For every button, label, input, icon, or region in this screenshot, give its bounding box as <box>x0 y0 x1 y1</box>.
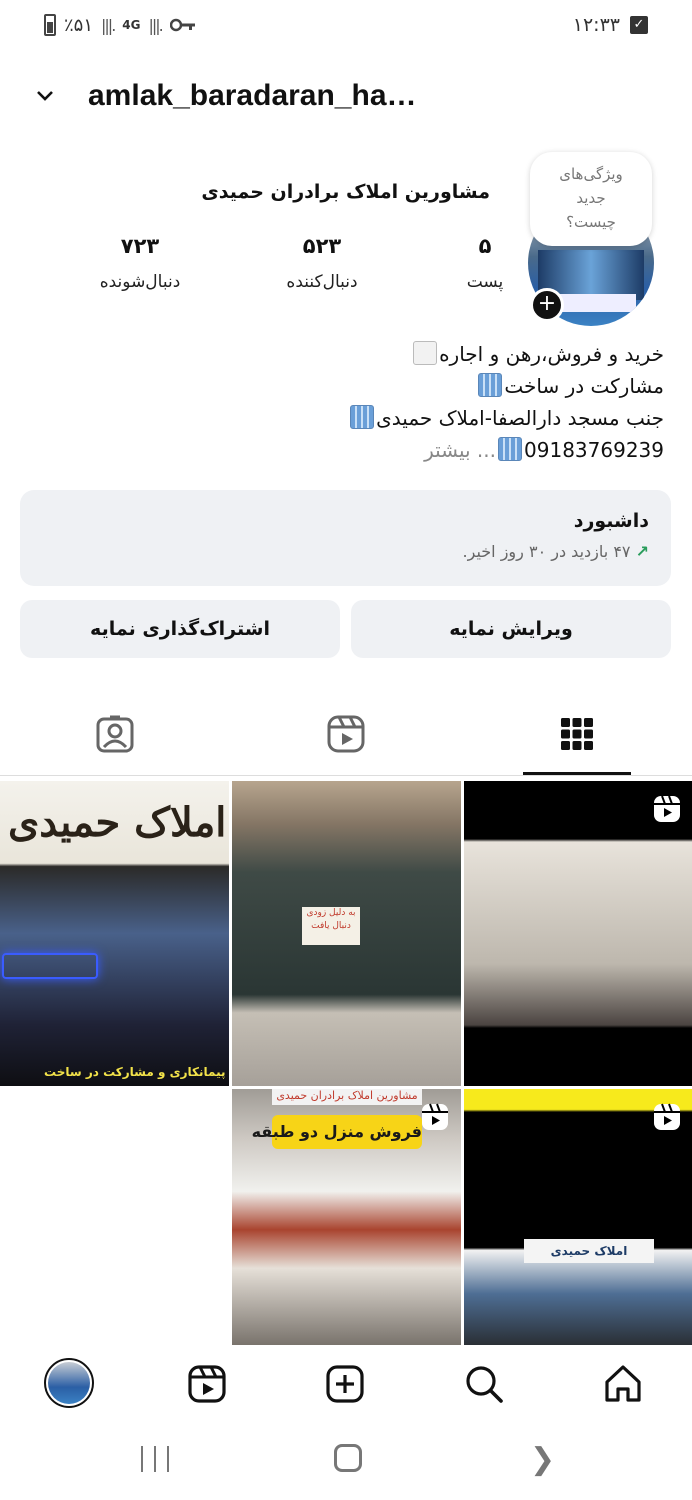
tagged-person-icon[interactable] <box>95 714 135 754</box>
following-count: ۷۲۳ <box>120 234 160 258</box>
share-profile-button[interactable]: اشتراک‌گذاری نمایه <box>20 600 340 658</box>
reel-badge-icon <box>654 1103 680 1130</box>
clock: ۱۲:۳۳ <box>572 14 620 36</box>
phone-number[interactable]: 09183769239 <box>524 438 664 462</box>
post-tile[interactable]: مشاورین املاک برادران حمیدی فروش منزل دو… <box>232 1089 461 1345</box>
shop-notice: به دلیل زودی دنبال یافت <box>302 907 360 945</box>
bio-line-1: خرید و فروش،رهن و اجاره <box>348 338 664 370</box>
document-emoji-icon <box>413 341 438 365</box>
profile-header: amlak_baradaran_ha… <box>30 72 670 120</box>
vpn-key-icon <box>169 18 195 32</box>
posts-grid: املاک حمیدی پیمانکاری و مشارکت در ساخت ب… <box>0 781 692 1345</box>
bio: خرید و فروش،رهن و اجاره مشارکت در ساخت ج… <box>348 338 664 466</box>
signal-icon-2: |||. <box>148 15 163 35</box>
more-link[interactable]: ... بیشتر <box>424 438 496 462</box>
profile-tabs <box>0 700 692 776</box>
dashboard-title: داشبورد <box>573 510 649 532</box>
followers-count: ۵۲۳ <box>302 234 342 258</box>
profile-mini-image <box>48 1362 90 1404</box>
battery-level: ٪۵۱ <box>64 14 94 36</box>
bottom-nav <box>0 1346 692 1422</box>
active-tab-indicator <box>523 772 631 775</box>
reel-badge-icon <box>422 1103 448 1130</box>
post-tile[interactable]: املاک حمیدی <box>464 1089 692 1345</box>
reel-badge-icon <box>654 795 680 822</box>
check-notification-icon: ✓ <box>630 16 648 34</box>
following-stat[interactable]: ۷۲۳ دنبال‌شونده <box>80 234 200 292</box>
username[interactable]: amlak_baradaran_ha… <box>88 79 417 113</box>
system-home-icon[interactable] <box>334 1444 362 1472</box>
dashboard-subtitle-text: بازدید در ۳۰ روز اخیر. <box>462 542 609 561</box>
tile-top-text: مشاورین املاک برادران حمیدی <box>272 1089 422 1105</box>
post-tile[interactable]: به دلیل زودی دنبال یافت <box>232 781 461 1086</box>
dashboard-subtitle: ↗ ۴۷ بازدید در ۳۰ روز اخیر. <box>42 542 649 561</box>
followers-label: دنبال‌کننده <box>286 272 358 292</box>
search-icon[interactable] <box>462 1362 506 1406</box>
recents-icon[interactable] <box>141 1446 169 1472</box>
building-emoji-icon <box>350 405 375 429</box>
whats-new-bubble[interactable]: ویژگی‌های جدید چیست؟ <box>530 152 652 246</box>
profile-avatar[interactable] <box>44 1358 94 1408</box>
bio-line-2: مشارکت در ساخت <box>348 370 664 402</box>
grid-icon[interactable] <box>557 714 597 754</box>
system-nav: ❯ <box>0 1422 692 1500</box>
post-tile[interactable]: املاک حمیدی پیمانکاری و مشارکت در ساخت <box>0 781 229 1086</box>
building-emoji-icon <box>498 437 523 461</box>
reels-icon[interactable] <box>326 714 366 754</box>
post-tile[interactable] <box>464 781 692 1086</box>
dashboard-count: ۴۷ <box>613 542 631 561</box>
battery-icon <box>44 14 56 36</box>
bubble-line-2: جدید <box>576 189 606 207</box>
tile-caption: پیمانکاری و مشارکت در ساخت <box>44 1065 226 1079</box>
signal-icon: |||. <box>101 15 116 35</box>
back-icon[interactable]: ❯ <box>530 1442 555 1477</box>
following-label: دنبال‌شونده <box>99 272 181 292</box>
chevron-down-icon[interactable] <box>30 89 60 103</box>
tile-banner: فروش منزل دو طبقه <box>252 1115 422 1149</box>
bubble-line-3: چیست؟ <box>566 213 616 231</box>
status-right: ۱۲:۳۳ ✓ <box>573 14 648 36</box>
display-name: مشاورین املاک برادران حمیدی <box>201 181 490 203</box>
professional-dashboard[interactable]: داشبورد ↗ ۴۷ بازدید در ۳۰ روز اخیر. <box>20 490 671 586</box>
tile-sign-text: املاک حمیدی <box>524 1239 654 1263</box>
network-type: 4G <box>122 18 141 32</box>
posts-stat[interactable]: ۵ پست <box>440 234 530 292</box>
posts-label: پست <box>466 272 504 292</box>
add-story-plus-icon[interactable]: + <box>530 288 564 322</box>
neon-sign-graphic <box>2 953 98 979</box>
trend-arrow-icon: ↗ <box>635 542 649 561</box>
plus-square-icon[interactable] <box>323 1362 367 1406</box>
bubble-line-1: ویژگی‌های <box>559 165 623 183</box>
status-left: ٪۵۱ |||. 4G |||. <box>44 14 196 36</box>
followers-stat[interactable]: ۵۲۳ دنبال‌کننده <box>262 234 382 292</box>
bio-line-4: 09183769239 ... بیشتر <box>348 434 664 466</box>
bio-line-3: جنب مسجد دارالصفا-املاک حمیدی <box>348 402 664 434</box>
edit-profile-button[interactable]: ویرایش نمایه <box>351 600 671 658</box>
status-bar: ٪۵۱ |||. 4G |||. ۱۲:۳۳ ✓ <box>0 0 692 56</box>
posts-count: ۵ <box>478 234 492 258</box>
building-emoji-icon <box>478 373 503 397</box>
home-icon[interactable] <box>601 1362 645 1406</box>
reels-icon[interactable] <box>185 1362 229 1406</box>
tile-sign-text: املاک حمیدی <box>8 799 227 846</box>
